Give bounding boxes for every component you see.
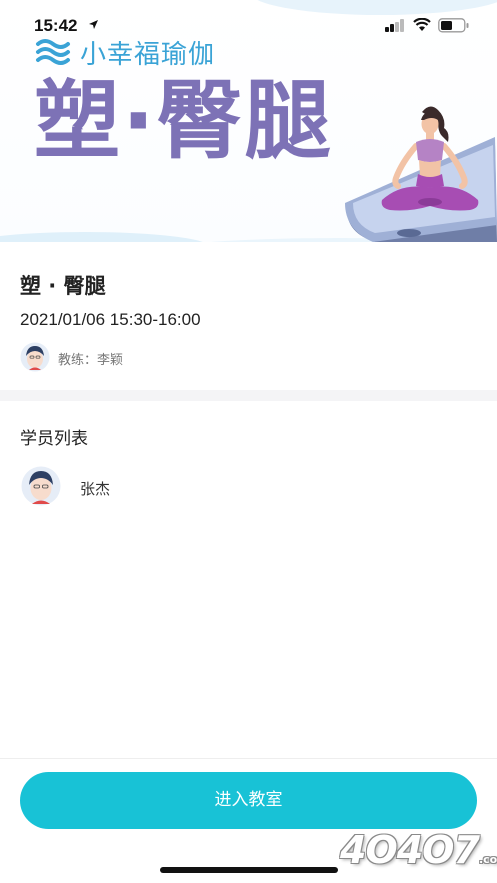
watermark-text: 4O4O7 [340,828,480,872]
banner-title: 塑·臀腿 [34,71,333,171]
banner-wave [0,232,210,242]
yoga-woman-illustration [381,106,479,211]
wifi-icon [413,18,431,31]
cellular-signal-icon [385,19,404,32]
status-time: 15:42 [34,16,78,35]
course-banner: 15:42 小幸福瑜伽 塑·臀腿 [0,0,497,242]
home-indicator[interactable] [160,867,338,873]
coach-avatar [20,342,50,372]
watermark-suffix: .com [478,853,497,866]
class-info-section: 塑 · 臀腿 2021/01/06 15:30-16:00 教练：李颖 [0,242,497,390]
watermark: 4O4O7.com [340,828,497,872]
location-arrow-icon [89,20,98,29]
bottom-divider [0,758,497,759]
class-title: 塑 · 臀腿 [20,274,106,298]
class-time: 2021/01/06 15:30-16:00 [20,310,201,329]
coach-name: 教练：李颖 [58,353,124,368]
battery-icon [438,18,469,33]
section-divider [0,390,497,401]
status-bar: 15:42 [0,0,497,44]
student-list-heading: 学员列表 [20,429,88,449]
enter-classroom-button[interactable]: 进入教室 [20,772,477,829]
student-name: 张杰 [80,480,111,498]
list-item[interactable]: 张杰 [0,462,497,512]
student-avatar [21,466,61,506]
